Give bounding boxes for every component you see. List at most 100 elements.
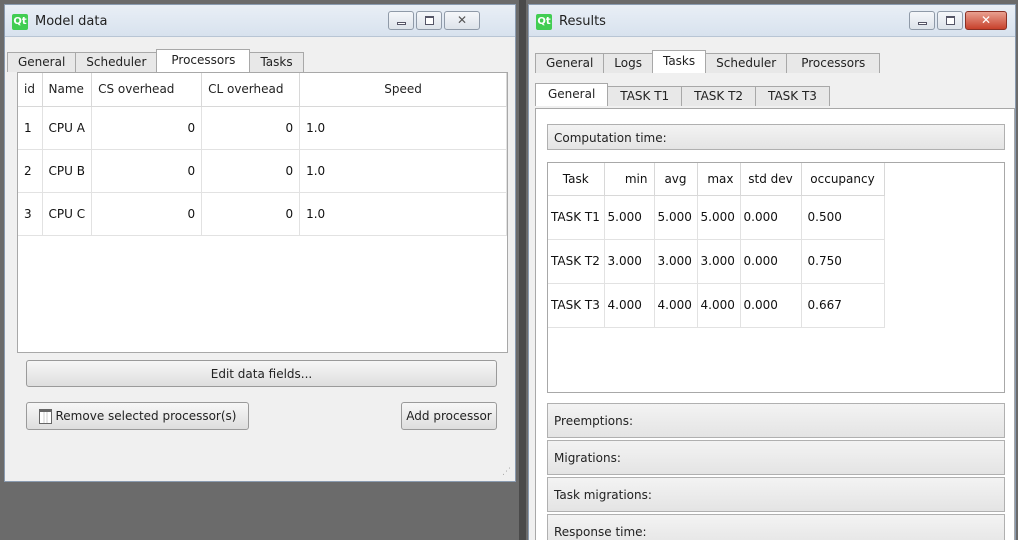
subtab-task-t1[interactable]: TASK T1 (607, 86, 683, 106)
minimize-button[interactable] (388, 11, 414, 30)
table-row[interactable]: 2 CPU B 0 0 1.0 (18, 149, 507, 193)
cell-speed: 1.0 (299, 192, 507, 236)
column-header-avg[interactable]: avg (654, 163, 698, 196)
column-header-occupancy[interactable]: occupancy (801, 163, 885, 196)
cell-occupancy: 0.750 (801, 239, 885, 284)
cell-task: TASK T3 (548, 283, 605, 328)
tab-general[interactable]: General (7, 52, 77, 72)
cell-std-dev: 0.000 (740, 283, 802, 328)
qt-logo-icon: Qt (536, 14, 552, 30)
close-icon: ✕ (980, 13, 992, 27)
cell-min: 4.000 (604, 283, 655, 328)
processors-table: id Name CS overhead CL overhead Speed 1 … (18, 73, 507, 236)
cell-avg: 3.000 (654, 239, 698, 284)
cell-cl-overhead: 0 (201, 149, 301, 193)
cell-max: 4.000 (697, 283, 741, 328)
cell-name: CPU A (42, 106, 93, 150)
cell-name: CPU B (42, 149, 93, 193)
column-header-name[interactable]: Name (42, 73, 93, 107)
maximize-button[interactable] (416, 11, 442, 30)
model-data-window: Qt Model data ✕ General Scheduler Proces… (4, 4, 516, 482)
tab-tasks[interactable]: Tasks (651, 50, 707, 73)
tab-tasks[interactable]: Tasks (249, 52, 304, 72)
response-time-header[interactable]: Response time: (547, 514, 1005, 540)
cell-task: TASK T2 (548, 239, 605, 284)
subtab-task-t2[interactable]: TASK T2 (681, 86, 757, 106)
results-titlebar[interactable]: Qt Results ✕ (529, 5, 1015, 37)
cell-cl-overhead: 0 (201, 106, 301, 150)
cell-id: 1 (18, 106, 43, 150)
cell-id: 3 (18, 192, 43, 236)
tab-general[interactable]: General (535, 53, 605, 73)
table-header-row: Task min avg max std dev occupancy (548, 163, 885, 196)
remove-processor-label: Remove selected processor(s) (55, 409, 237, 423)
remove-processor-button[interactable]: Remove selected processor(s) (26, 402, 249, 430)
minimize-icon (918, 22, 927, 25)
tab-scheduler[interactable]: Scheduler (75, 52, 158, 72)
table-row[interactable]: 1 CPU A 0 0 1.0 (18, 106, 507, 150)
window-controls: ✕ (909, 11, 1007, 30)
column-header-speed[interactable]: Speed (299, 73, 507, 107)
model-tabs: General Scheduler Processors Tasks (7, 49, 304, 72)
table-row[interactable]: TASK T3 4.000 4.000 4.000 0.000 0.667 (548, 283, 885, 328)
cell-name: CPU C (42, 192, 93, 236)
cell-cs-overhead: 0 (91, 192, 203, 236)
edit-data-fields-button[interactable]: Edit data fields... (26, 360, 497, 387)
computation-table-panel: Task min avg max std dev occupancy TASK … (547, 162, 1005, 393)
cell-speed: 1.0 (299, 106, 507, 150)
cell-max: 5.000 (697, 195, 741, 240)
table-row[interactable]: 3 CPU C 0 0 1.0 (18, 192, 507, 236)
preemptions-header[interactable]: Preemptions: (547, 403, 1005, 438)
minimize-button[interactable] (909, 11, 935, 30)
close-button[interactable]: ✕ (965, 11, 1007, 30)
resize-grip-icon[interactable]: ⋰ (502, 467, 511, 477)
cell-std-dev: 0.000 (740, 195, 802, 240)
add-processor-button[interactable]: Add processor (401, 402, 497, 430)
cell-std-dev: 0.000 (740, 239, 802, 284)
table-row[interactable]: TASK T1 5.000 5.000 5.000 0.000 0.500 (548, 195, 885, 240)
cell-max: 3.000 (697, 239, 741, 284)
tab-processors[interactable]: Processors (786, 53, 881, 73)
cell-min: 3.000 (604, 239, 655, 284)
subtab-general[interactable]: General (535, 83, 609, 106)
computation-time-header[interactable]: Computation time: (547, 124, 1005, 150)
model-data-titlebar[interactable]: Qt Model data ✕ (5, 5, 515, 37)
column-header-cl-overhead[interactable]: CL overhead (201, 73, 301, 107)
window-separator (519, 0, 526, 540)
column-header-task[interactable]: Task (548, 163, 605, 196)
window-title: Model data (35, 14, 108, 29)
window-title: Results (559, 14, 606, 29)
column-header-id[interactable]: id (18, 73, 43, 107)
qt-logo-icon: Qt (12, 14, 28, 30)
results-subtabs: General TASK T1 TASK T2 TASK T3 (535, 83, 830, 106)
tab-scheduler[interactable]: Scheduler (705, 53, 788, 73)
cell-occupancy: 0.500 (801, 195, 885, 240)
cell-cs-overhead: 0 (91, 106, 203, 150)
column-header-std-dev[interactable]: std dev (740, 163, 802, 196)
cell-cs-overhead: 0 (91, 149, 203, 193)
processors-table-panel: id Name CS overhead CL overhead Speed 1 … (17, 72, 508, 353)
tab-processors[interactable]: Processors (156, 49, 251, 72)
table-row[interactable]: TASK T2 3.000 3.000 3.000 0.000 0.750 (548, 239, 885, 284)
maximize-button[interactable] (937, 11, 963, 30)
column-header-min[interactable]: min (604, 163, 655, 196)
tab-logs[interactable]: Logs (603, 53, 653, 73)
trash-icon (38, 408, 52, 424)
computation-table: Task min avg max std dev occupancy TASK … (548, 163, 885, 328)
column-header-max[interactable]: max (697, 163, 741, 196)
results-tabs: General Logs Tasks Scheduler Processors (535, 50, 881, 73)
column-header-cs-overhead[interactable]: CS overhead (91, 73, 203, 107)
cell-avg: 4.000 (654, 283, 698, 328)
cell-speed: 1.0 (299, 149, 507, 193)
cell-cl-overhead: 0 (201, 192, 301, 236)
window-controls: ✕ (388, 11, 480, 30)
migrations-header[interactable]: Migrations: (547, 440, 1005, 475)
task-migrations-header[interactable]: Task migrations: (547, 477, 1005, 512)
maximize-icon (425, 16, 434, 25)
cell-avg: 5.000 (654, 195, 698, 240)
subtab-task-t3[interactable]: TASK T3 (755, 86, 830, 106)
cell-occupancy: 0.667 (801, 283, 885, 328)
close-icon: ✕ (456, 13, 468, 27)
cell-id: 2 (18, 149, 43, 193)
close-button[interactable]: ✕ (444, 11, 480, 30)
